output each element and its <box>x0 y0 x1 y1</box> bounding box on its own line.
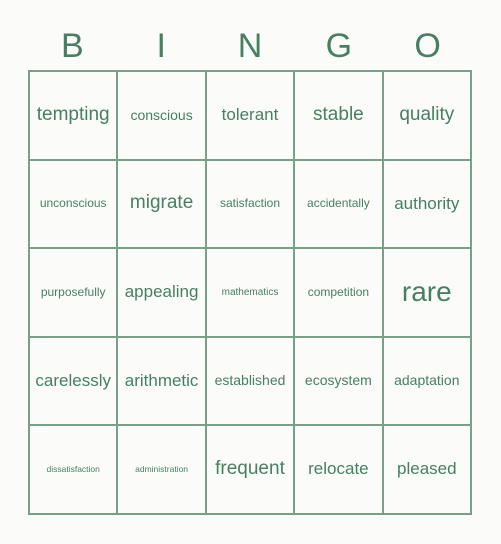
bingo-header-letter-n: N <box>237 27 263 65</box>
bingo-header-letter-i: I <box>156 27 166 65</box>
bingo-cell-r4c4[interactable]: ecosystem <box>295 337 384 427</box>
bingo-header: BINGO <box>28 22 472 70</box>
bingo-cell-label: migrate <box>129 192 194 214</box>
bingo-cell-label: administration <box>135 464 189 475</box>
bingo-cell-r1c4[interactable]: stable <box>295 72 384 161</box>
bingo-cell-label: tolerant <box>221 104 279 124</box>
bingo-cell-label: frequent <box>215 458 285 480</box>
bingo-cell-label: satisfaction <box>219 196 280 211</box>
bingo-cell-r2c4[interactable]: accidentally <box>295 160 384 250</box>
bingo-header-letter-g: G <box>325 27 353 65</box>
bingo-cell-label: purposefully <box>40 284 106 299</box>
bingo-card: B I N G O tempting conscious tolerant stable qua… <box>0 0 501 544</box>
bingo-cell-r4c1[interactable]: carelessly <box>30 337 119 427</box>
bingo-cell-r2c1[interactable]: unconscious <box>30 160 119 250</box>
bingo-cell-label: accidentally <box>307 196 370 211</box>
bingo-cell-r5c2[interactable]: administration <box>118 426 207 515</box>
bingo-cell-label: established <box>214 372 286 389</box>
bingo-grid: tempting conscious tolerant stable quality un… <box>28 70 472 515</box>
bingo-cell-label: appealing <box>124 282 199 302</box>
bingo-cell-label: quality <box>399 103 455 125</box>
bingo-cell-label: adaptation <box>394 372 460 389</box>
bingo-cell-r5c4[interactable]: relocate <box>295 426 384 515</box>
bingo-header-letter-o: O <box>414 27 441 65</box>
bingo-cell-label: relocate <box>308 459 369 479</box>
bingo-cell-r1c2[interactable]: conscious <box>118 72 207 161</box>
bingo-cell-label: conscious <box>130 106 193 123</box>
bingo-cell-r3c3[interactable]: mathematics <box>206 249 296 338</box>
bingo-cell-r4c5[interactable]: adaptation <box>383 337 472 427</box>
bingo-header-letter-b: B <box>61 27 84 65</box>
bingo-cell-label: tempting <box>36 103 110 125</box>
bingo-cell-label: rare <box>401 276 452 308</box>
bingo-cell-r5c1[interactable]: dissatisfaction <box>30 426 119 515</box>
bingo-cell-r3c5[interactable]: rare <box>383 249 472 338</box>
bingo-cell-r1c3[interactable]: tolerant <box>206 72 296 161</box>
bingo-cell-r5c3[interactable]: frequent <box>206 426 296 515</box>
bingo-cell-r1c5[interactable]: quality <box>383 72 472 161</box>
bingo-cell-r3c2[interactable]: appealing <box>118 249 207 338</box>
bingo-cell-r2c3[interactable]: satisfaction <box>206 160 296 250</box>
bingo-cell-label: competition <box>307 284 370 299</box>
bingo-cell-label: authority <box>394 193 460 213</box>
bingo-cell-r3c1[interactable]: purposefully <box>30 249 119 338</box>
bingo-cell-r2c2[interactable]: migrate <box>118 160 207 250</box>
bingo-cell-r3c4[interactable]: competition <box>295 249 384 338</box>
bingo-cell-label: stable <box>313 103 364 125</box>
bingo-cell-r1c1[interactable]: tempting <box>30 72 119 161</box>
bingo-cell-label: mathematics <box>221 286 279 298</box>
bingo-cell-r2c5[interactable]: authority <box>383 160 472 250</box>
bingo-cell-label: pleased <box>397 459 457 479</box>
bingo-cell-r5c5[interactable]: pleased <box>383 426 472 515</box>
bingo-cell-label: carelessly <box>35 370 111 390</box>
bingo-cell-r4c3[interactable]: established <box>206 337 296 427</box>
bingo-cell-label: unconscious <box>39 196 107 211</box>
bingo-cell-label: ecosystem <box>304 372 372 389</box>
bingo-cell-r4c2[interactable]: arithmetic <box>118 337 207 427</box>
bingo-cell-label: dissatisfaction <box>46 464 100 475</box>
bingo-cell-label: arithmetic <box>124 370 199 390</box>
